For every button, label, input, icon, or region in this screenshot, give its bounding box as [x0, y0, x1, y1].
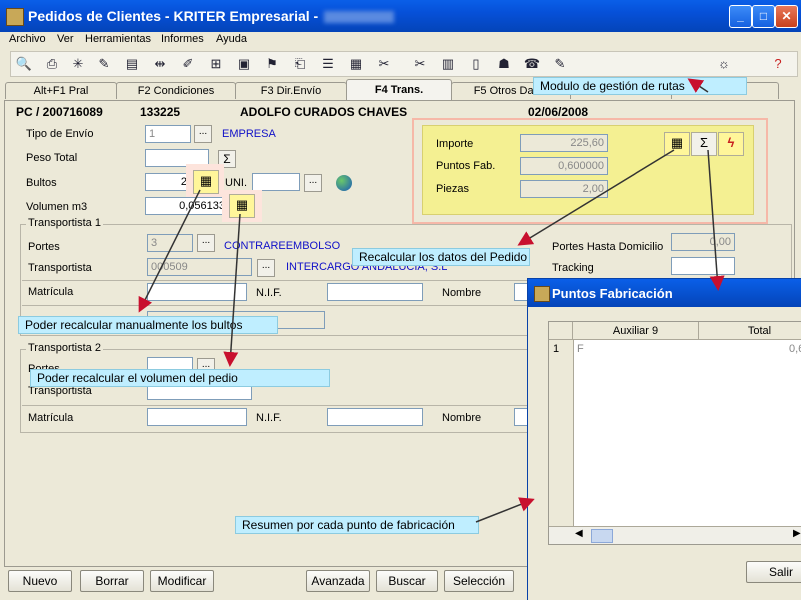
arrow-resumen	[475, 497, 535, 523]
annotation-arrows	[138, 78, 725, 523]
arrow-puntos	[707, 149, 725, 291]
arrow-recalcular-pedido	[517, 149, 675, 246]
app-window: Pedidos de Clientes - KRITER Empresarial…	[0, 0, 801, 600]
arrow-volumen	[223, 213, 241, 367]
arrow-rutas	[687, 78, 709, 93]
arrow-bultos	[138, 189, 201, 313]
